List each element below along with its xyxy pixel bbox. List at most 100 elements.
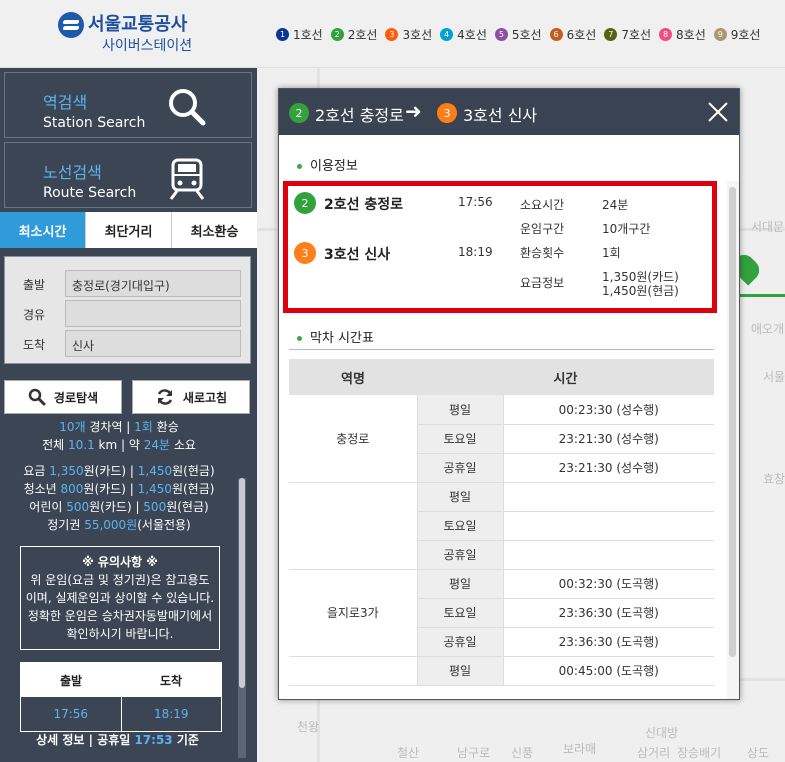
map-label: 남구로 [457,746,491,760]
line-chip-8[interactable]: 8 8호선 [659,26,706,43]
depart-field[interactable]: 충정로(경기대입구) [65,270,241,297]
line-chip-label: 7호선 [621,28,652,42]
fare-label: 요금정보 [520,276,565,290]
transfer-label: 환승횟수 [520,246,565,260]
line-chip-2[interactable]: 2 2호선 [330,26,377,43]
line-chip-label: 5호선 [511,28,542,42]
tab-shortest-distance[interactable]: 최단거리 [86,212,172,248]
popup-to-title: 3호선 신사 [463,106,538,125]
sidebar-scrollbar[interactable] [238,478,246,758]
search-icon [28,388,46,406]
popup-scrollbar-thumb[interactable] [729,187,736,657]
depart-time-header: 출발 [21,663,121,697]
map-label: 신풍 [511,746,534,760]
line-chip-3[interactable]: 3 3호선 [385,26,432,43]
table-row: 을지로3가 평일 00:32:30 (도곡행) [289,569,714,657]
popup-scrollbar[interactable] [727,181,739,699]
route-search-submit-label: 경로탐색 [53,390,99,405]
last-train-time-cell: 23:21:30 (성수행) [503,453,714,483]
line-5-badge-icon: 5 [494,28,508,41]
fare-adult-prefix: 요금 [23,464,50,478]
last-train-section-title: 막차 시간표 [297,327,374,346]
line-chip-7[interactable]: 7 7호선 [604,26,651,43]
line-3-badge-icon: 3 [294,242,316,264]
notice-title: ※ 유의사항 ※ [82,555,158,569]
line-chip-9[interactable]: 9 9호선 [713,26,760,43]
last-train-time-cell: 23:21:30 (성수행) [503,424,714,454]
table-row: 충정로 평일 00:23:30 (성수행) [289,395,714,483]
fare-child-prefix: 어린이 [29,500,67,514]
fare-adult-card: 1,350 [49,464,84,478]
duration-suffix: 소요 [170,438,196,452]
distance-value: 10.1 [67,438,95,452]
station-search-button[interactable]: 역검색 Station Search [4,72,252,138]
day-type-cell: 평일 [417,569,504,599]
line-chip-1[interactable]: 1 1호선 [276,26,323,43]
refresh-button[interactable]: 새로고침 [132,380,250,414]
fare-teen-prefix: 청소년 [23,482,61,496]
route-search-label-ko: 노선검색 [43,163,102,182]
route-detail-popup: 2 2호선 충정로 ➜ 3 3호선 신사 이용정보 2 2호선 충정로 17:5… [278,88,740,700]
tab-min-transfer[interactable]: 최소환승 [172,212,257,248]
fare-adult-cash: 1,450 [137,464,173,478]
line-chip-label: 4호선 [457,28,487,42]
line-8-badge-icon: 8 [659,28,673,41]
line-chip-label: 3호선 [402,28,433,42]
day-type-cell: 토요일 [417,598,504,628]
pass-prefix: 정기권 [47,518,85,532]
last-train-time-cell [503,482,714,512]
detail-info[interactable]: 상세 정보 | 공휴일 17:53 기준 [0,731,235,748]
logo-title: 서울교통공사 [88,14,188,35]
station-cell: 충정로 [289,395,418,483]
fare-notice: ※ 유의사항 ※ 위 운임(요금 및 정기권)은 참고용도이며, 실제운임과 상… [20,546,220,650]
refresh-icon [157,389,173,405]
last-train-title: 막차 시간표 [310,331,374,346]
fare-adult-suffix: 원(현금) [172,464,215,478]
day-type-cell: 공휴일 [417,453,504,483]
last-train-time-cell: 00:45:00 (도곡행) [503,656,714,686]
day-type-cell: 공휴일 [417,627,504,657]
route-search-button[interactable]: 노선검색 Route Search [4,142,252,208]
detail-suffix: 기준 [172,733,199,747]
via-label: 경유 [23,308,46,322]
line-9-badge-icon: 9 [713,28,727,41]
station-count: 10개 [59,420,86,434]
route-search-submit-button[interactable]: 경로탐색 [4,380,122,414]
line-chip-4[interactable]: 4 4호선 [440,26,487,43]
close-icon[interactable] [707,101,729,123]
map-label: 철산 [397,746,420,760]
line-chip-5[interactable]: 5 5호선 [494,26,542,43]
magnifier-icon [169,89,206,126]
departure-arrival-times: 출발 도착 17:56 18:19 [20,662,222,732]
fare-child-cash: 500 [143,500,167,514]
end-station-time: 18:19 [458,245,493,259]
arrive-time: 18:19 [121,697,221,731]
route-search-label-en: Route Search [43,185,137,201]
table-row: 평일 [289,482,714,570]
last-train-time-cell [503,540,714,570]
map-label: 천왕 [297,720,320,734]
train-icon [169,158,205,200]
line-chip-6[interactable]: 6 6호선 [549,26,596,43]
logo-subtitle: 사이버스테이션 [102,38,193,54]
station-count-suffix: 경차역 | [85,420,135,434]
via-field[interactable] [65,300,241,327]
station-column-header: 역명 [289,359,417,395]
arrive-time-header: 도착 [121,663,221,697]
line-1-badge-icon: 1 [276,28,289,41]
logo-mark-icon [58,12,84,38]
tab-min-time[interactable]: 최소시간 [0,212,86,248]
section-value: 10개구간 [602,222,651,236]
line-selector: 1 1호선 2 2호선 3 3호선 4 4호선 5 5호선 6 6호선 7 7호선 8 8호선 9 9호선 [276,26,768,43]
sidebar-scrollbar-thumb[interactable] [239,478,245,688]
bullet-icon [297,336,302,341]
line-2-badge-icon: 2 [294,192,316,214]
route-summary: 10개 경차역 | 1회 환승 전체 10.1 km | 약 24분 소요 요금… [4,416,234,762]
arrive-field[interactable]: 신사 [65,330,241,357]
last-train-rows: 충정로 평일 00:23:30 (성수행) 토요일 23:21:30 (성수행) 공휴일 2… [289,395,714,686]
map-label: 상도 [747,746,770,760]
line-2-badge-icon: 2 [289,103,309,123]
fare-child-suffix: 원(현금) [166,500,209,514]
station-search-label-ko: 역검색 [43,93,88,112]
header: 서울교통공사 사이버스테이션 1 1호선 2 2호선 3 3호선 4 4호선 5 5호선 6 6호선 7… [0,0,785,68]
